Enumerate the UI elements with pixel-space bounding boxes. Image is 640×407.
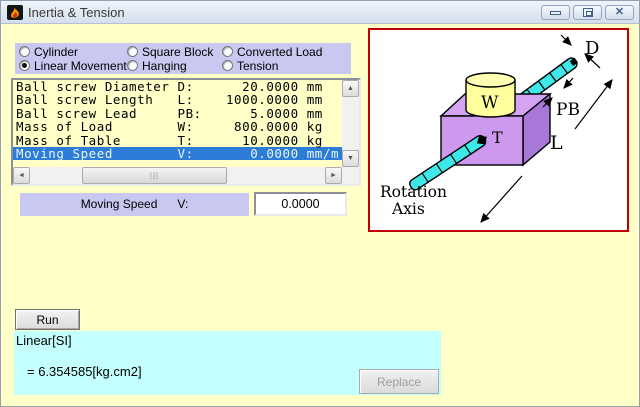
radio-circle-icon	[19, 46, 30, 57]
diagram-label-t: T	[492, 128, 503, 147]
scroll-right-button arrow-right-icon[interactable]: ►	[325, 167, 342, 184]
mechanism-diagram-svg: W T D PB L Rotation Axis	[370, 30, 627, 230]
radio-circle-icon	[127, 60, 138, 71]
moving-speed-label: Moving Speed V:	[20, 193, 249, 216]
list-item-selected[interactable]: Moving Speed V: 0.0000 mm/m	[13, 147, 342, 160]
list-item[interactable]: Mass of Load W: 800.0000 kg	[13, 120, 342, 133]
app-icon flame-icon	[7, 5, 23, 20]
scroll-down-button arrow-down-icon[interactable]: ▼	[342, 150, 359, 167]
radio-linear-movement[interactable]: Linear Movement	[19, 59, 127, 72]
vertical-scrollbar[interactable]: ▲ ▼	[342, 80, 359, 167]
maximize-icon	[583, 8, 593, 17]
radio-circle-icon	[222, 60, 233, 71]
diagram-label-w: W	[481, 93, 499, 113]
scroll-left-button arrow-left-icon[interactable]: ◄	[13, 167, 30, 184]
diagram-label-axis: Axis	[391, 200, 425, 218]
load-type-radio-group: Cylinder Square Block Converted Load Lin…	[15, 43, 351, 74]
diagram-label-rotation: Rotation	[380, 183, 447, 201]
close-button[interactable]: ✕	[605, 5, 634, 20]
minimize-icon	[550, 11, 561, 15]
minimize-button[interactable]	[541, 5, 570, 20]
titlebar: Inertia & Tension ✕	[1, 1, 639, 24]
radio-circle-icon	[222, 46, 233, 57]
list-item[interactable]: Ball screw Length L: 1000.0000 mm	[13, 93, 342, 106]
result-heading: Linear[SI]	[16, 333, 72, 348]
parameter-list-content: Ball screw Diameter D: 20.0000 mm Ball s…	[13, 80, 342, 167]
result-value: = 6.354585[kg.cm2]	[27, 364, 142, 379]
close-icon: ✕	[615, 7, 624, 18]
result-panel: Linear[SI] = 6.354585[kg.cm2] Replace	[14, 331, 441, 395]
parameter-listbox: Ball screw Diameter D: 20.0000 mm Ball s…	[11, 78, 361, 186]
radio-tension[interactable]: Tension	[222, 59, 278, 72]
radio-hanging[interactable]: Hanging	[127, 59, 187, 72]
run-button[interactable]: Run	[15, 309, 80, 330]
list-item[interactable]: Ball screw Diameter D: 20.0000 mm	[13, 80, 342, 93]
replace-button[interactable]: Replace	[359, 369, 439, 394]
scroll-up-button arrow-up-icon[interactable]: ▲	[342, 80, 359, 97]
diagram-label-pb: PB	[556, 100, 580, 120]
list-item[interactable]: Ball screw Lead PB: 5.0000 mm	[13, 107, 342, 120]
mechanism-diagram: W T D PB L Rotation Axis	[368, 28, 629, 232]
radio-square-block[interactable]: Square Block	[127, 45, 213, 58]
window-controls: ✕	[541, 5, 634, 20]
radio-circle-icon	[127, 46, 138, 57]
radio-circle-checked-icon	[19, 60, 30, 71]
maximize-button[interactable]	[573, 5, 602, 20]
diagram-label-l: L	[550, 132, 563, 154]
diagram-label-d: D	[585, 38, 599, 59]
horizontal-scrollbar[interactable]: ◄ ►	[13, 167, 342, 184]
window-title: Inertia & Tension	[28, 5, 125, 20]
radio-cylinder[interactable]: Cylinder	[19, 45, 78, 58]
radio-converted-load[interactable]: Converted Load	[222, 45, 322, 58]
horizontal-scroll-thumb[interactable]	[82, 167, 227, 184]
list-item[interactable]: Mass of Table T: 10.0000 kg	[13, 134, 342, 147]
moving-speed-input[interactable]	[254, 192, 347, 216]
inertia-tension-window: Inertia & Tension ✕ Cylinder Square Bloc…	[0, 0, 640, 407]
scrollbar-corner	[342, 167, 359, 184]
